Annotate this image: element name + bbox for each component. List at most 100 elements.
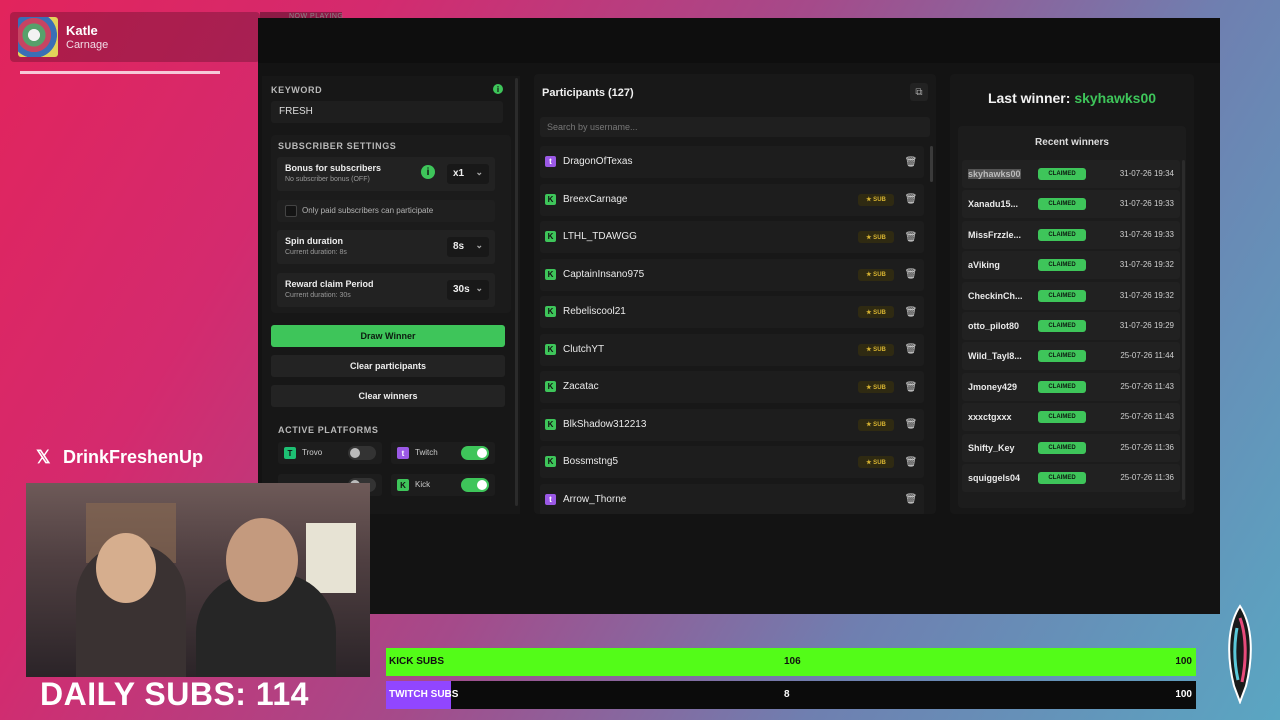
trash-icon[interactable]: 🗑 <box>904 418 918 432</box>
sub-badge: ★ SUB <box>858 381 894 393</box>
winner-row[interactable]: Shifty_Key CLAIMED 25-07-26 11:36 <box>962 433 1180 462</box>
paid-only-row[interactable]: Only paid subscribers can participate <box>277 200 495 222</box>
twitch-icon: t <box>545 156 556 167</box>
winner-row[interactable]: Xanadu15... CLAIMED 31-07-26 19:33 <box>962 190 1180 219</box>
x-logo-icon: 𝕏 <box>36 447 51 467</box>
reward-select[interactable]: 30s ⌄ <box>447 280 489 300</box>
trovo-icon: T <box>284 447 296 459</box>
claimed-badge: CLAIMED <box>1038 289 1086 302</box>
trash-icon[interactable]: 🗑 <box>904 493 918 507</box>
platform-trovo-label: Trovo <box>302 448 323 457</box>
winner-row[interactable]: xxxctgxxx CLAIMED 25-07-26 11:43 <box>962 403 1180 432</box>
winner-row[interactable]: Wild_Tayl8... CLAIMED 25-07-26 11:44 <box>962 342 1180 371</box>
twitch-icon: t <box>545 493 556 505</box>
twitch-subs-count: 8 <box>784 689 790 700</box>
participants-scrollbar[interactable] <box>930 146 933 182</box>
participant-name: CaptainInsano975 <box>563 268 645 280</box>
kick-toggle[interactable] <box>461 478 489 492</box>
album-art <box>18 17 58 57</box>
bonus-info-icon[interactable]: i <box>421 165 435 179</box>
subscriber-settings-label: SUBSCRIBER SETTINGS <box>278 141 397 151</box>
twitch-subs-label: TWITCH SUBS <box>389 689 459 700</box>
twitch-subs-bar: TWITCH SUBS 8 100 <box>386 681 1196 709</box>
trash-icon[interactable]: 🗑 <box>904 155 918 169</box>
winner-date: 31-07-26 19:34 <box>1119 169 1174 178</box>
winners-scrollbar[interactable] <box>1182 160 1185 500</box>
bonus-setting-row: Bonus for subscribers No subscriber bonu… <box>277 157 495 191</box>
winner-name: CheckinCh... <box>968 290 1023 301</box>
trash-icon[interactable]: 🗑 <box>904 305 918 319</box>
winner-date: 31-07-26 19:29 <box>1119 321 1174 330</box>
clear-participants-button[interactable]: Clear participants <box>271 355 505 377</box>
reward-sub: Current duration: 30s <box>285 292 351 299</box>
claimed-badge: CLAIMED <box>1038 350 1086 363</box>
paid-only-label: Only paid subscribers can participate <box>302 206 434 215</box>
trash-icon[interactable]: 🗑 <box>904 268 918 282</box>
chevron-down-icon: ⌄ <box>475 283 483 293</box>
winner-row[interactable]: aViking CLAIMED 31-07-26 19:32 <box>962 251 1180 280</box>
participant-search-input[interactable]: Search by username... <box>540 117 930 137</box>
winner-row[interactable]: MissFrzzle... CLAIMED 31-07-26 19:33 <box>962 220 1180 249</box>
bonus-select[interactable]: x1 ⌄ <box>447 164 489 184</box>
active-platforms-label: ACTIVE PLATFORMS <box>278 425 379 435</box>
cam-person-right-head <box>226 518 298 602</box>
claimed-badge: CLAIMED <box>1038 168 1086 180</box>
participants-title: Participants (127) <box>542 87 634 99</box>
chevron-down-icon: ⌄ <box>475 167 483 177</box>
bonus-label: Bonus for subscribers <box>285 163 382 173</box>
participant-row[interactable]: K Zacatac ★ SUB 🗑 <box>540 371 924 403</box>
trash-icon[interactable]: 🗑 <box>904 230 918 244</box>
participant-row[interactable]: K LTHL_TDAWGG ★ SUB 🗑 <box>540 221 924 253</box>
kick-icon: K <box>545 343 556 355</box>
track-artist: Carnage <box>66 39 109 51</box>
winner-row[interactable]: skyhawks00 CLAIMED 31-07-26 19:34 <box>962 160 1180 188</box>
reward-period-row: Reward claim Period Current duration: 30… <box>277 273 495 307</box>
sub-badge: ★ SUB <box>858 231 894 243</box>
settings-scrollbar[interactable] <box>515 78 518 506</box>
trash-icon[interactable]: 🗑 <box>904 380 918 394</box>
webcam-feed <box>26 483 370 677</box>
twitch-toggle[interactable] <box>461 446 489 460</box>
winner-date: 25-07-26 11:43 <box>1120 381 1174 391</box>
sub-badge: ★ SUB <box>858 306 894 318</box>
sub-badge: ★ SUB <box>858 456 894 468</box>
participant-row[interactable]: K CaptainInsano975 ★ SUB 🗑 <box>540 258 924 291</box>
info-icon[interactable]: i <box>493 84 503 94</box>
winner-row[interactable]: Jmoney429 CLAIMED 25-07-26 11:43 <box>962 372 1180 401</box>
winner-row[interactable]: otto_pilot80 CLAIMED 31-07-26 19:29 <box>962 312 1180 340</box>
trash-icon[interactable]: 🗑 <box>904 193 918 207</box>
reward-select-value: 30s <box>453 284 470 295</box>
winners-panel: Last winner: skyhawks00 Recent winners s… <box>950 74 1194 514</box>
participant-row[interactable]: t DragonOfTexas 🗑 <box>540 146 924 178</box>
participant-row[interactable]: K Rebeliscool21 ★ SUB 🗑 <box>540 296 924 328</box>
winner-name: xxxctgxxx <box>968 412 1012 423</box>
winner-row[interactable]: squiggels04 CLAIMED 25-07-26 11:36 <box>962 464 1180 492</box>
claimed-badge: CLAIMED <box>1038 259 1086 272</box>
participant-row[interactable]: K BreexCarnage ★ SUB 🗑 <box>540 183 924 216</box>
chevron-down-icon: ⌄ <box>475 240 483 250</box>
platform-trovo: T Trovo <box>278 442 382 464</box>
track-title: Katle <box>66 23 98 38</box>
platform-kick: K Kick <box>391 474 495 496</box>
trash-icon[interactable]: 🗑 <box>904 455 918 469</box>
keyword-input[interactable]: FRESH <box>271 101 503 123</box>
participant-row[interactable]: K BlkShadow312213 ★ SUB 🗑 <box>540 408 924 441</box>
participant-row[interactable]: K Bossmstng5 ★ SUB 🗑 <box>540 446 924 478</box>
participant-row[interactable]: K ClutchYT ★ SUB 🗑 <box>540 333 924 366</box>
trash-icon[interactable]: 🗑 <box>904 343 918 357</box>
recent-winners-title: Recent winners <box>1035 137 1109 148</box>
paid-only-checkbox[interactable] <box>285 205 297 217</box>
copy-icon[interactable]: ⧉ <box>910 83 928 101</box>
winner-name: aViking <box>968 260 1000 271</box>
trovo-toggle[interactable] <box>348 446 376 460</box>
claimed-badge: CLAIMED <box>1038 441 1086 454</box>
subscriber-settings-box: SUBSCRIBER SETTINGS Bonus for subscriber… <box>271 135 511 313</box>
draw-winner-button[interactable]: Draw Winner <box>271 325 505 347</box>
spin-select[interactable]: 8s ⌄ <box>447 237 489 257</box>
participant-row[interactable]: t Arrow_Thorne 🗑 <box>540 483 924 514</box>
winner-row[interactable]: CheckinCh... CLAIMED 31-07-26 19:32 <box>962 281 1180 310</box>
winner-name: Xanadu15... <box>968 199 1019 210</box>
clear-winners-button[interactable]: Clear winners <box>271 385 505 407</box>
kick-icon: K <box>545 231 556 242</box>
cam-poster <box>306 523 356 593</box>
